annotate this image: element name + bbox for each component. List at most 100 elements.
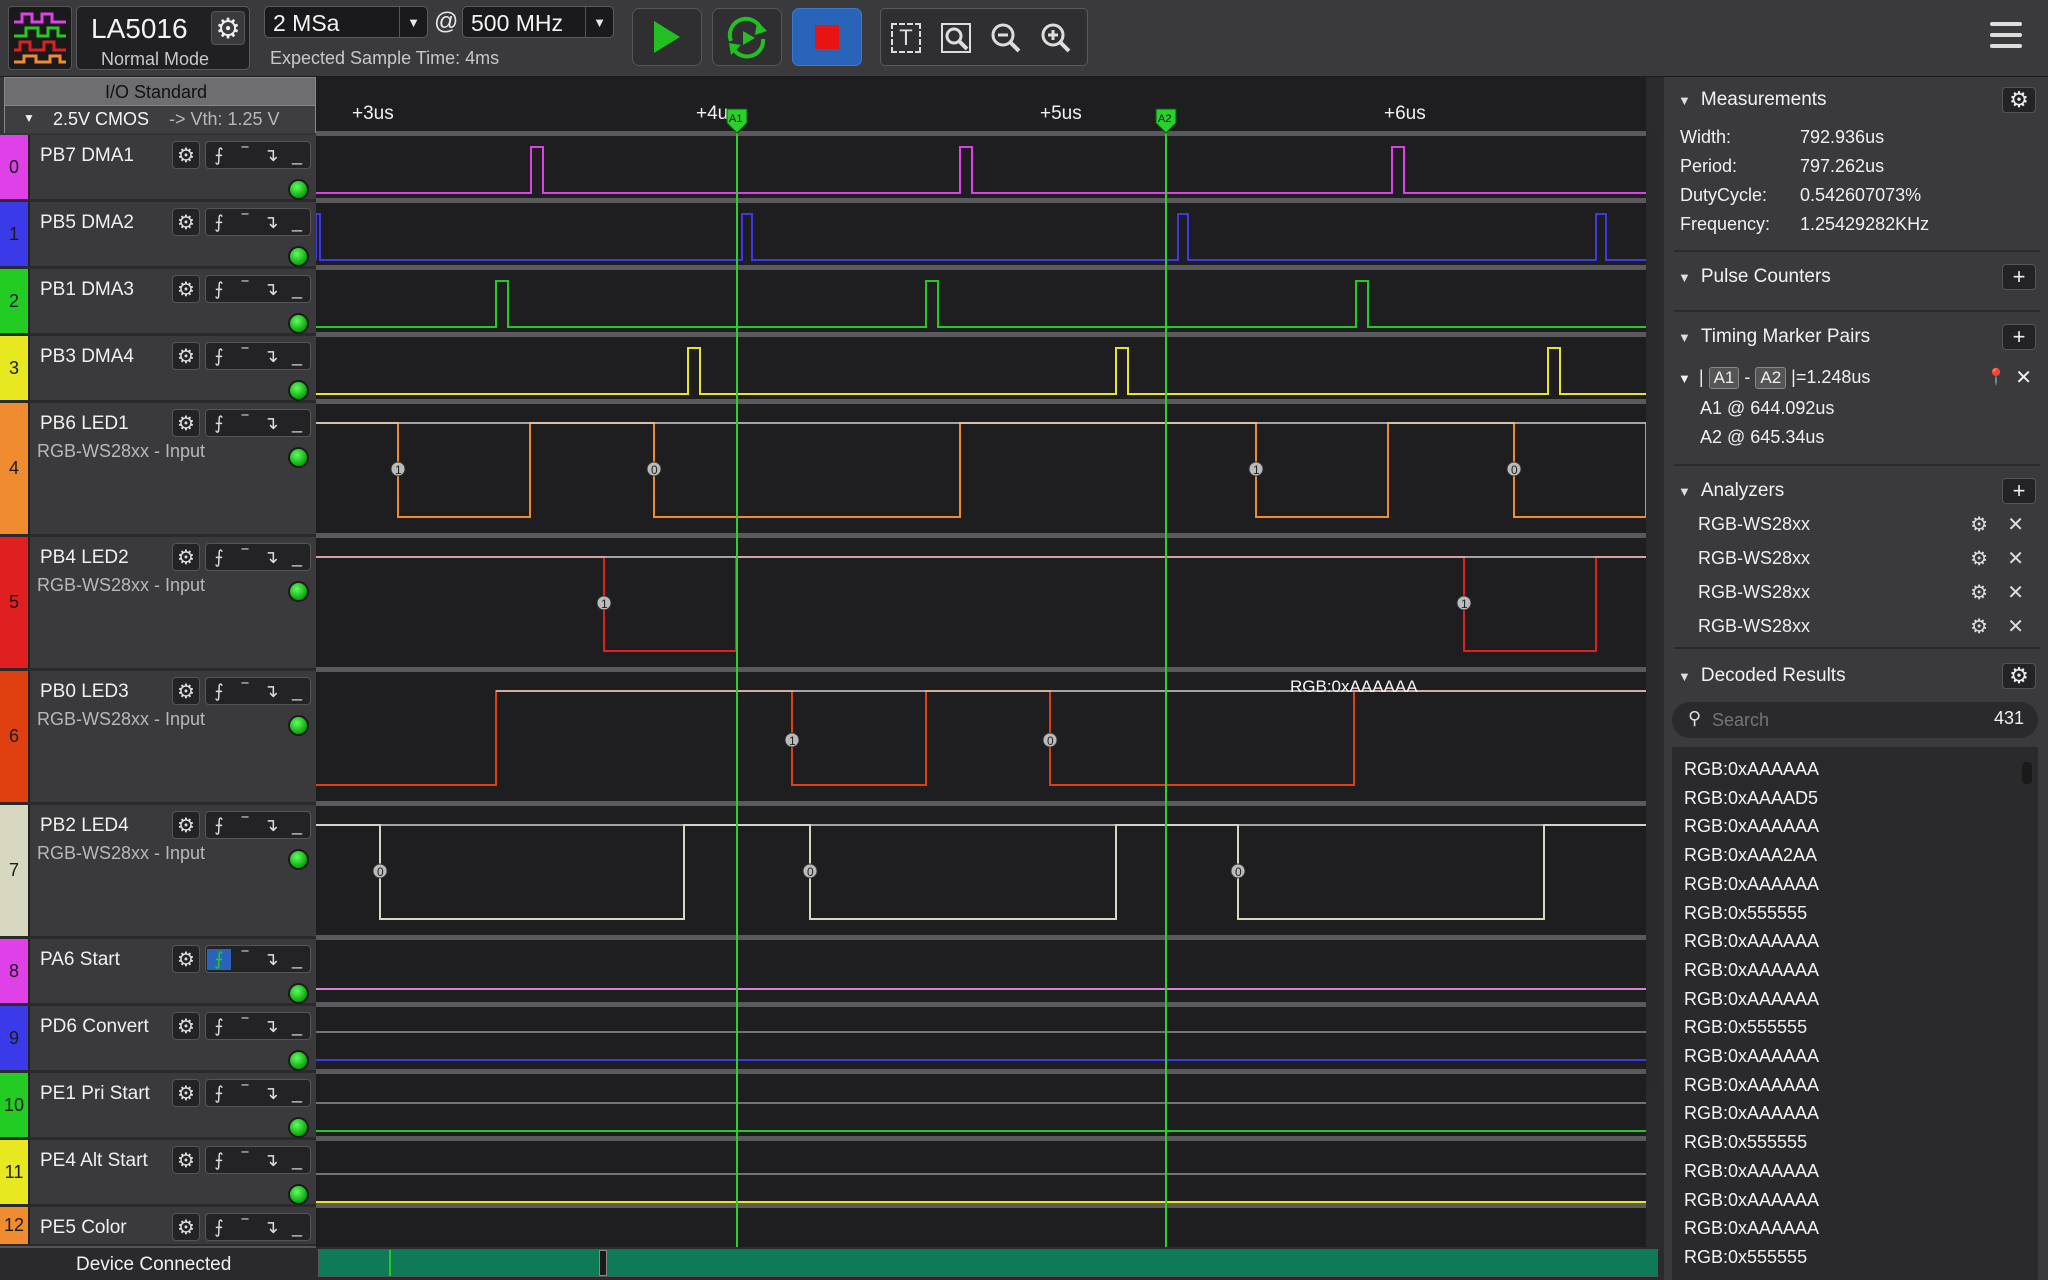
- trigger-selector[interactable]: ⨍ ‾ ↴ _: [205, 409, 311, 437]
- channel-row[interactable]: 6 PB0 LED3 RGB-WS28xx - Input ⚙ ⨍ ‾ ↴ _: [0, 671, 316, 805]
- rising-edge-icon[interactable]: ⨍: [207, 413, 231, 434]
- zoom-area-button[interactable]: [939, 21, 973, 55]
- channel-color-bar[interactable]: 0: [0, 135, 30, 199]
- channel-row[interactable]: 9 PD6 Convert ⚙ ⨍ ‾ ↴ _: [0, 1006, 316, 1073]
- decoded-result-item[interactable]: RGB:0xAAAAAA: [1684, 1161, 1819, 1182]
- add-analyzer-button[interactable]: +: [2002, 478, 2036, 504]
- channel-name[interactable]: PA6 Start: [40, 949, 120, 971]
- decoded-settings-button[interactable]: ⚙: [2002, 663, 2036, 689]
- low-level-icon[interactable]: _: [285, 145, 309, 166]
- channel-row[interactable]: 4 PB6 LED1 RGB-WS28xx - Input ⚙ ⨍ ‾ ↴ _: [0, 403, 316, 537]
- low-level-icon[interactable]: _: [285, 413, 309, 434]
- channel-name[interactable]: PB1 DMA3: [40, 279, 134, 301]
- channel-name[interactable]: PE1 Pri Start: [40, 1083, 150, 1105]
- channel-settings-button[interactable]: ⚙: [172, 543, 200, 571]
- decoded-result-item[interactable]: RGB:0xAAAAAA: [1684, 931, 1819, 952]
- low-level-icon[interactable]: _: [285, 1016, 309, 1037]
- timing-pair-row[interactable]: ▼ | A1 - A2 |=1.248us 📍 ✕: [1678, 367, 2038, 393]
- zoom-in-button[interactable]: [1039, 21, 1073, 55]
- rising-edge-icon[interactable]: ⨍: [207, 1016, 231, 1037]
- overview-window-handle[interactable]: [599, 1250, 607, 1276]
- high-level-icon[interactable]: ‾: [233, 949, 257, 970]
- falling-edge-icon[interactable]: ↴: [259, 1083, 283, 1104]
- pulse-counters-section-header[interactable]: ▼ Pulse Counters: [1678, 266, 1831, 288]
- falling-edge-icon[interactable]: ↴: [259, 279, 283, 300]
- channel-color-bar[interactable]: 11: [0, 1140, 30, 1204]
- close-icon[interactable]: ✕: [2007, 614, 2024, 639]
- overview-cursor[interactable]: [389, 1250, 391, 1276]
- sample-rate-dropdown[interactable]: ▼: [585, 7, 613, 37]
- low-level-icon[interactable]: _: [285, 681, 309, 702]
- rising-edge-icon[interactable]: ⨍: [207, 145, 231, 166]
- close-icon[interactable]: ✕: [2007, 512, 2024, 537]
- channel-settings-button[interactable]: ⚙: [172, 141, 200, 169]
- channel-name[interactable]: PE4 Alt Start: [40, 1150, 148, 1172]
- close-icon[interactable]: ✕: [2007, 546, 2024, 571]
- rising-edge-icon[interactable]: ⨍: [207, 212, 231, 233]
- channel-settings-button[interactable]: ⚙: [172, 811, 200, 839]
- gear-icon[interactable]: ⚙: [1970, 614, 1988, 639]
- channel-settings-button[interactable]: ⚙: [172, 208, 200, 236]
- channel-color-bar[interactable]: 12: [0, 1207, 30, 1244]
- text-tool-button[interactable]: T: [889, 21, 923, 55]
- gear-icon[interactable]: ⚙: [1970, 580, 1988, 605]
- run-button[interactable]: [632, 8, 702, 66]
- trigger-selector[interactable]: ⨍ ‾ ↴ _: [205, 677, 311, 705]
- timing-markers-section-header[interactable]: ▼ Timing Marker Pairs: [1678, 326, 1870, 348]
- low-level-icon[interactable]: _: [285, 1083, 309, 1104]
- rising-edge-icon[interactable]: ⨍: [207, 681, 231, 702]
- measurements-settings-button[interactable]: ⚙: [2002, 87, 2036, 113]
- channel-name[interactable]: PB2 LED4: [40, 815, 129, 837]
- add-timing-marker-button[interactable]: +: [2002, 324, 2036, 350]
- rising-edge-icon[interactable]: ⨍: [207, 1083, 231, 1104]
- analyzer-item[interactable]: RGB-WS28xx ⚙ ✕: [1698, 614, 2038, 639]
- decoded-result-item[interactable]: RGB:0x555555: [1684, 1247, 1807, 1268]
- analyzers-section-header[interactable]: ▼ Analyzers: [1678, 480, 1784, 502]
- close-icon[interactable]: ✕: [2015, 365, 2032, 390]
- menu-button[interactable]: [1990, 18, 2030, 58]
- channel-row[interactable]: 8 PA6 Start ⚙ ⨍ ‾ ↴ _: [0, 939, 316, 1006]
- trigger-selector[interactable]: ⨍ ‾ ↴ _: [205, 945, 311, 973]
- trigger-selector[interactable]: ⨍ ‾ ↴ _: [205, 811, 311, 839]
- trigger-selector[interactable]: ⨍ ‾ ↴ _: [205, 141, 311, 169]
- high-level-icon[interactable]: ‾: [233, 145, 257, 166]
- measurements-section-header[interactable]: ▼ Measurements: [1678, 89, 1827, 111]
- falling-edge-icon[interactable]: ↴: [259, 949, 283, 970]
- channel-color-bar[interactable]: 3: [0, 336, 30, 400]
- high-level-icon[interactable]: ‾: [233, 413, 257, 434]
- channel-row[interactable]: 10 PE1 Pri Start ⚙ ⨍ ‾ ↴ _: [0, 1073, 316, 1140]
- waveform-scrollbar[interactable]: [1646, 130, 1660, 1090]
- low-level-icon[interactable]: _: [285, 212, 309, 233]
- channel-settings-button[interactable]: ⚙: [172, 275, 200, 303]
- repeat-run-button[interactable]: [712, 8, 782, 66]
- analyzer-item[interactable]: RGB-WS28xx ⚙ ✕: [1698, 546, 2038, 571]
- decoded-result-item[interactable]: RGB:0xAAAAAA: [1684, 1190, 1819, 1211]
- stop-button[interactable]: [792, 8, 862, 66]
- waveform-area[interactable]: +3us +4us +5us +6us 1 0 1 0 1 1 1 0 RGB:0xAAAAAA 0 0 0 A…: [316, 77, 1646, 1247]
- high-level-icon[interactable]: ‾: [233, 547, 257, 568]
- waveform-canvas[interactable]: +3us +4us +5us +6us1 0 1 01 11 0RGB:0xAAAAAA0 0 0A…: [316, 77, 1646, 1247]
- channel-row[interactable]: 3 PB3 DMA4 ⚙ ⨍ ‾ ↴ _: [0, 336, 316, 403]
- channel-name[interactable]: PB3 DMA4: [40, 346, 134, 368]
- low-level-icon[interactable]: _: [285, 279, 309, 300]
- decoded-result-item[interactable]: RGB:0xAAAAAA: [1684, 874, 1819, 895]
- channel-settings-button[interactable]: ⚙: [172, 677, 200, 705]
- channel-name[interactable]: PB4 LED2: [40, 547, 129, 569]
- channel-color-bar[interactable]: 9: [0, 1006, 30, 1070]
- channel-color-bar[interactable]: 10: [0, 1073, 30, 1137]
- high-level-icon[interactable]: ‾: [233, 212, 257, 233]
- rising-edge-icon[interactable]: ⨍: [207, 547, 231, 568]
- gear-icon[interactable]: ⚙: [1970, 512, 1988, 537]
- high-level-icon[interactable]: ‾: [233, 681, 257, 702]
- channel-settings-button[interactable]: ⚙: [172, 1079, 200, 1107]
- high-level-icon[interactable]: ‾: [233, 279, 257, 300]
- rising-edge-icon[interactable]: ⨍: [207, 1217, 231, 1238]
- high-level-icon[interactable]: ‾: [233, 1217, 257, 1238]
- trigger-selector[interactable]: ⨍ ‾ ↴ _: [205, 275, 311, 303]
- io-standard-select[interactable]: ▼ 2.5V CMOS -> Vth: 1.25 V: [5, 105, 315, 133]
- pin-icon[interactable]: 📍: [1986, 367, 2006, 387]
- falling-edge-icon[interactable]: ↴: [259, 815, 283, 836]
- low-level-icon[interactable]: _: [285, 815, 309, 836]
- decoded-result-item[interactable]: RGB:0xAAAAAA: [1684, 1103, 1819, 1124]
- channel-color-bar[interactable]: 7: [0, 805, 30, 936]
